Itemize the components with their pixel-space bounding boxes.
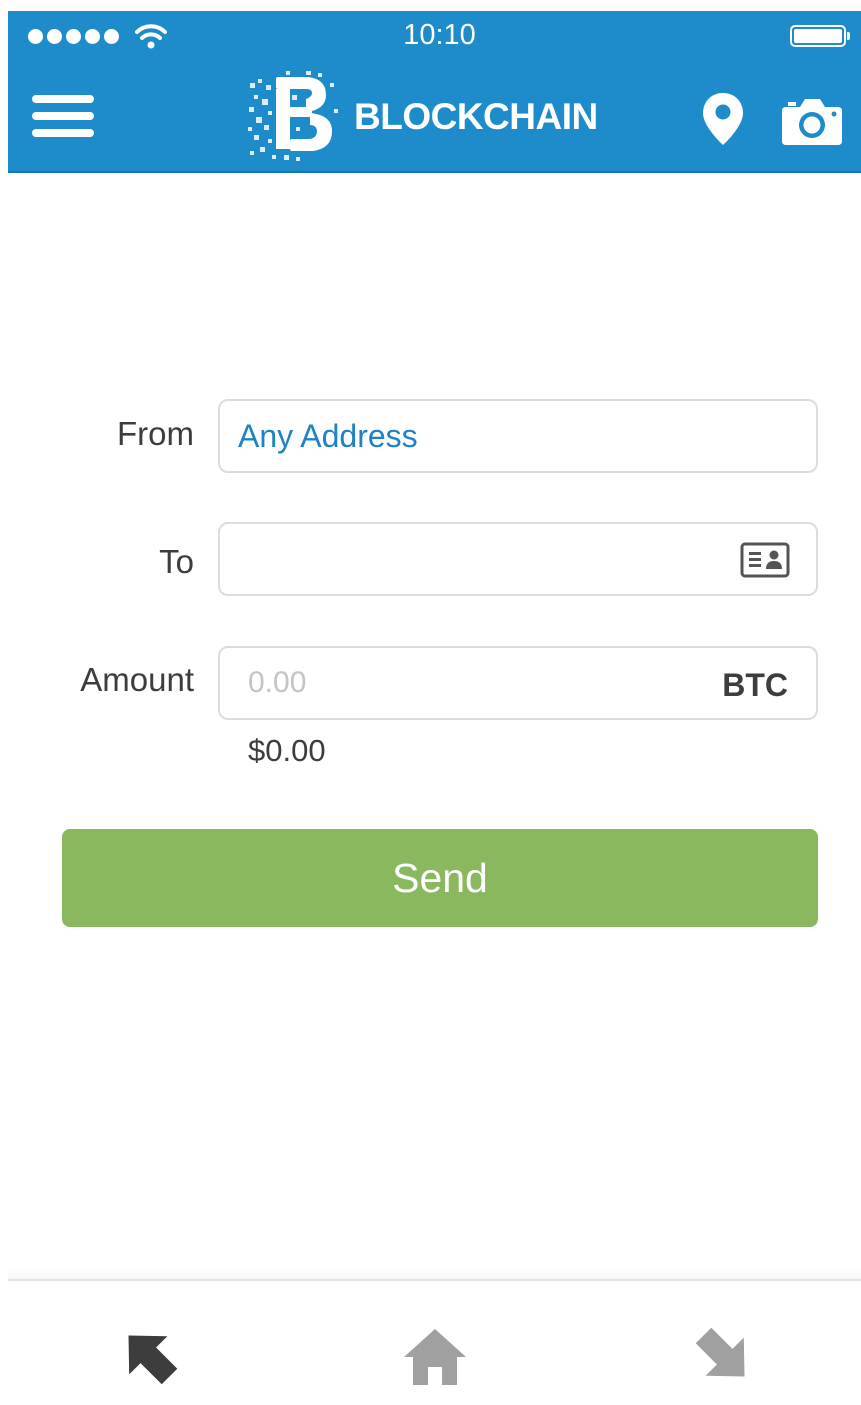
app-screen: 10:10 BLOCKCHAIN From Any Address To Amo… — [8, 11, 861, 1405]
to-field[interactable] — [218, 522, 818, 596]
send-button[interactable]: Send — [62, 829, 818, 927]
app-header: 10:10 BLOCKCHAIN — [8, 11, 861, 173]
home-icon[interactable] — [400, 1321, 470, 1391]
status-bar: 10:10 — [8, 11, 861, 63]
amount-label: Amount — [80, 661, 194, 698]
to-label: To — [159, 543, 194, 580]
bottom-tab-bar — [8, 1269, 861, 1405]
battery-icon — [790, 25, 850, 47]
from-address-value[interactable]: Any Address — [238, 401, 418, 471]
send-arrow-icon[interactable] — [114, 1321, 184, 1391]
fiat-amount: $0.00 — [248, 733, 326, 768]
blockchain-logo: BLOCKCHAIN — [246, 67, 598, 167]
camera-icon[interactable] — [780, 95, 844, 147]
receive-arrow-icon[interactable] — [689, 1321, 759, 1391]
amount-input[interactable] — [238, 658, 688, 708]
address-book-icon[interactable] — [740, 542, 790, 578]
currency-label: BTC — [722, 667, 788, 703]
status-time: 10:10 — [403, 19, 476, 51]
from-field[interactable]: Any Address — [218, 399, 818, 473]
hamburger-menu-icon[interactable] — [32, 95, 94, 139]
to-address-input[interactable] — [238, 534, 688, 584]
from-label: From — [117, 415, 194, 452]
blockchain-logo-icon — [248, 71, 338, 161]
logo-text: BLOCKCHAIN — [354, 96, 598, 137]
amount-field[interactable]: BTC — [218, 646, 818, 720]
location-pin-icon[interactable] — [700, 91, 746, 147]
